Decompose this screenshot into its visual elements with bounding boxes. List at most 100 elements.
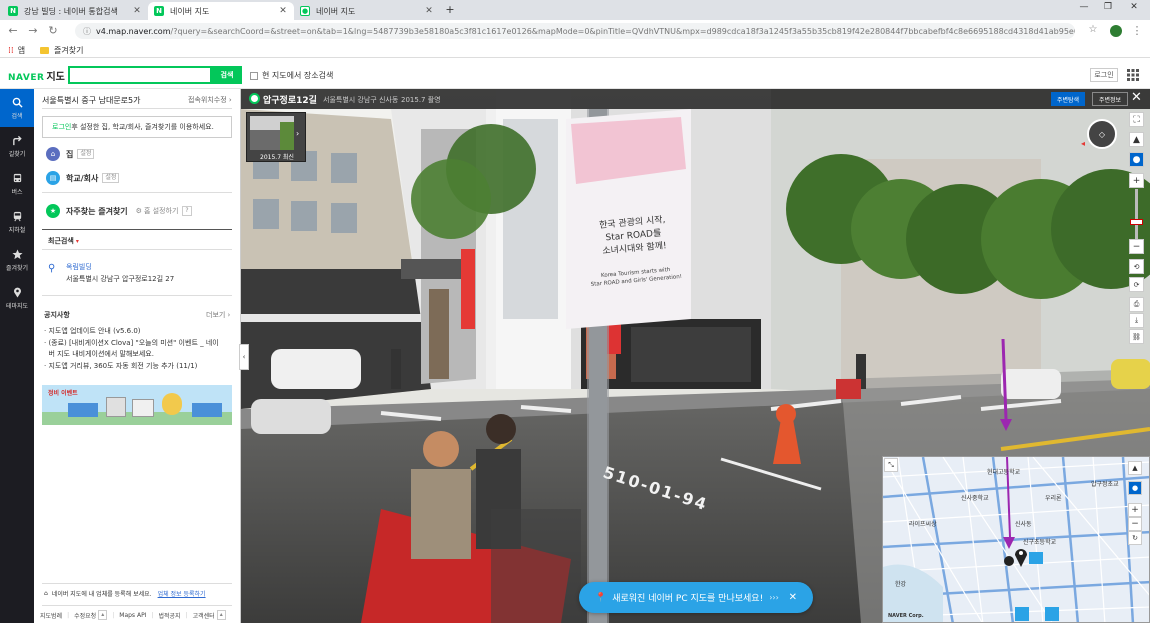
zoom-slider-handle[interactable] [1130, 219, 1143, 225]
link-icon[interactable]: ⛓ [1129, 329, 1144, 344]
login-button[interactable]: 로그인 [1090, 68, 1118, 82]
home-settings-badge[interactable]: 설정 [77, 149, 95, 159]
map-label: 신사중학교 [961, 495, 989, 502]
minimap-zoom-out-button[interactable]: − [1128, 517, 1142, 531]
minimize-button[interactable]: — [1072, 2, 1096, 12]
street-view-logo-icon [249, 93, 260, 104]
minimap-resize-icon[interactable]: ⤡ [884, 458, 898, 472]
naver-map-logo[interactable]: NAVER 지도 [8, 68, 65, 83]
reload-icon[interactable]: ↻ [46, 24, 60, 37]
rail-label: 지하철 [8, 226, 26, 234]
favorites-settings-link[interactable]: 홈 설정하기 [144, 206, 178, 216]
footer-api-link[interactable]: Maps API [119, 612, 146, 619]
notice-item[interactable]: · 지도앱 거리뷰, 360도 자동 회전 기능 추가 (11/1) [44, 361, 236, 373]
footer-support-link[interactable]: 고객센터 [193, 611, 215, 620]
collapse-panel-button[interactable]: ‹ [239, 344, 249, 370]
browser-tab-map-active[interactable]: N 네이버 지도 ✕ [148, 2, 294, 20]
notice-item[interactable]: · (종료) [내비게이션X Clova] "오늘의 미션" 이벤트 _ 네이 [44, 338, 236, 350]
browser-tab-search[interactable]: N 강남 빌딩 : 네이버 통합검색 ✕ [2, 2, 148, 20]
save-icon[interactable]: ⤓ [1129, 313, 1144, 328]
profile-avatar[interactable] [1110, 25, 1122, 37]
browser-tab-map[interactable]: ● 네이버 지도 ✕ [294, 2, 440, 20]
home-shortcut[interactable]: ⌂ 집 설정 [46, 147, 95, 161]
event-banner[interactable]: 정비 이벤트 [42, 385, 232, 425]
minimap-refresh-icon[interactable]: ↻ [1128, 531, 1142, 545]
recent-search-title[interactable]: 최근검색 ▾ [48, 236, 79, 246]
naver-favicon-icon: N [154, 6, 164, 16]
edit-location-link[interactable]: 접속위치수정 › [188, 95, 232, 105]
zoom-out-button[interactable]: − [1129, 239, 1144, 254]
browser-window: N 강남 빌딩 : 네이버 통합검색 ✕ N 네이버 지도 ✕ ● 네이버 지도… [0, 0, 1150, 623]
close-tab-icon[interactable]: ✕ [132, 6, 142, 16]
tab-title: 네이버 지도 [316, 6, 356, 16]
street-view-toggle-icon[interactable]: ● [1129, 152, 1144, 167]
footer-legal-link[interactable]: 법적공지 [158, 611, 180, 620]
bookmark-star-icon[interactable]: ☆ [1086, 24, 1100, 35]
rotate-right-icon[interactable]: ⟳ [1129, 277, 1144, 292]
store-icon: ⌂ [44, 590, 48, 597]
close-tab-icon[interactable]: ✕ [424, 6, 434, 16]
gear-icon: ⚙ [135, 207, 142, 215]
nearby-explore-button[interactable]: 주변탐색 [1051, 92, 1086, 106]
favorites-row[interactable]: ★ 자주찾는 즐겨찾기 ⚙ 홈 설정하기 ? [46, 204, 192, 218]
address-bar-row: ← → ↻ ⓘ v4.map.naver.com /?query=&search… [0, 20, 1150, 42]
nearby-info-button[interactable]: 주변정보 [1092, 92, 1129, 106]
mini-map[interactable]: 현대고등학교 신사중학교 우리론 압구정초교 라이프씨상 신사동 신구초등학교 … [882, 456, 1150, 623]
rail-item-directions[interactable]: 길찾기 [0, 127, 34, 165]
search-input[interactable] [68, 66, 212, 84]
minimap-streetview-icon[interactable]: ● [1128, 481, 1142, 495]
banner-title: 정비 이벤트 [48, 390, 78, 397]
forward-icon[interactable]: → [26, 24, 40, 37]
rail-item-bus[interactable]: 버스 [0, 165, 34, 203]
favorites-folder[interactable]: 즐겨찾기 [40, 45, 83, 56]
footer-legend-link[interactable]: 지도범례 [40, 611, 62, 620]
register-business-link[interactable]: 업체 정보 등록하기 [158, 589, 206, 598]
close-street-view-button[interactable]: ✕ [1131, 90, 1142, 105]
url-field[interactable]: ⓘ v4.map.naver.com /?query=&searchCoord=… [75, 23, 1075, 39]
notice-item[interactable]: 버 지도 내비게이션에서 말해보세요. [44, 349, 236, 361]
recent-title-text: 최근검색 [48, 237, 74, 245]
tab-title: 네이버 지도 [170, 6, 210, 16]
new-tab-button[interactable]: + [438, 3, 462, 16]
rail-item-theme-map[interactable]: 테마지도 [0, 279, 34, 317]
notice-more-link[interactable]: 더보기 › [206, 310, 230, 320]
menu-dots-icon[interactable]: ⋮ [1130, 24, 1144, 37]
zoom-slider-track[interactable] [1135, 189, 1138, 239]
rail-item-favorites[interactable]: 즐겨찾기 [0, 241, 34, 279]
naver-apps-icon[interactable] [1127, 69, 1139, 81]
maximize-button[interactable]: ❐ [1096, 2, 1120, 12]
minimap-terrain-icon[interactable]: ▲ [1128, 461, 1142, 475]
rail-item-search[interactable]: 검색 [0, 89, 34, 127]
work-shortcut[interactable]: ▤ 학교/회사 설정 [46, 171, 120, 185]
side-panel: 서울특별시 중구 남대문로5가 접속위치수정 › 로그인 후 설정한 집, 학교… [34, 89, 249, 623]
chevron-right-icon[interactable]: › [296, 129, 299, 138]
minimap-zoom-in-button[interactable]: + [1128, 503, 1142, 517]
close-promo-button[interactable]: ✕ [789, 592, 797, 603]
close-window-button[interactable]: ✕ [1122, 2, 1146, 12]
terrain-icon[interactable]: ▲ [1129, 132, 1144, 147]
close-tab-icon[interactable]: ✕ [278, 6, 288, 16]
search-button[interactable]: 검색 [212, 66, 242, 84]
new-map-promo-banner[interactable]: 📍 새로워진 네이버 PC 지도를 만나보세요! ››› ✕ [579, 582, 813, 613]
back-icon[interactable]: ← [6, 24, 20, 37]
rail-item-subway[interactable]: 지하철 [0, 203, 34, 241]
capture-history-thumbnail[interactable]: › 2015.7 최신 [246, 112, 306, 162]
street-view-header: 압구정로12길 서울특별시 강남구 신사동 2015.7 촬영 주변탐색 주변정… [241, 89, 1150, 109]
checkbox-box[interactable] [250, 71, 258, 80]
notice-item[interactable]: · 지도앱 업데이트 안내 (v5.6.0) [44, 326, 236, 338]
work-settings-badge[interactable]: 설정 [102, 173, 120, 183]
street-view[interactable]: 한국 관광의 시작, Star ROAD를 소녀시대와 함께! Korea To… [241, 89, 1150, 623]
apps-shortcut[interactable]: ⁞⁞ 앱 [8, 45, 25, 56]
zoom-in-button[interactable]: + [1129, 173, 1144, 188]
in-map-search-checkbox[interactable]: 현 지도에서 장소검색 [250, 70, 333, 81]
login-link[interactable]: 로그인 [52, 122, 71, 132]
compass-control[interactable]: ◇ [1087, 119, 1117, 149]
rotate-left-icon[interactable]: ⟲ [1129, 259, 1144, 274]
fullscreen-icon[interactable]: ⛶ [1129, 112, 1144, 127]
footer-report-link[interactable]: 수정요청 [74, 611, 96, 620]
favorites-label: 자주찾는 즐겨찾기 [66, 206, 128, 216]
recent-item-name[interactable]: 옥림빌딩 [66, 262, 92, 272]
print-icon[interactable]: ⎙ [1129, 297, 1144, 312]
help-badge[interactable]: ? [182, 206, 192, 216]
info-icon[interactable]: ⓘ [83, 26, 91, 37]
